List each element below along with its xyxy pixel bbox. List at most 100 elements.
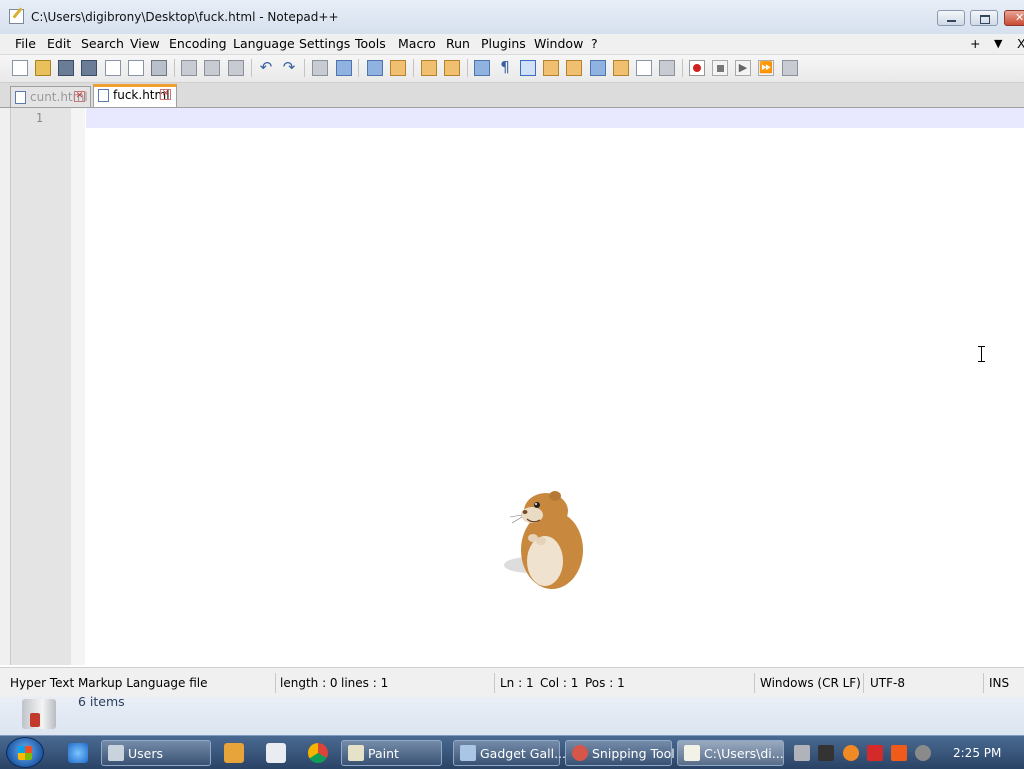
user-defined-language-icon[interactable]: [543, 60, 559, 76]
status-divider: [275, 673, 276, 693]
monitoring-icon[interactable]: [636, 60, 652, 76]
menu-encoding[interactable]: Encoding: [169, 36, 227, 51]
new-tab-plus-button[interactable]: +: [970, 36, 980, 51]
menu-edit[interactable]: Edit: [47, 36, 71, 51]
menu-help[interactable]: ?: [591, 36, 598, 51]
new-file-icon[interactable]: [12, 60, 28, 76]
redo-icon[interactable]: ↷: [281, 60, 297, 76]
save-icon[interactable]: [58, 60, 74, 76]
menu-settings[interactable]: Settings: [299, 36, 350, 51]
status-divider: [494, 673, 495, 693]
close-all-icon[interactable]: [128, 60, 144, 76]
close-window-button[interactable]: [1004, 10, 1024, 26]
word-wrap-icon[interactable]: [474, 60, 490, 76]
current-line-highlight[interactable]: [86, 108, 1024, 128]
status-insert-mode[interactable]: INS: [989, 676, 1009, 690]
record-macro-icon[interactable]: [689, 60, 705, 76]
menu-search[interactable]: Search: [81, 36, 124, 51]
tray-flag-icon[interactable]: [867, 745, 883, 761]
toolbar-separator: [682, 59, 683, 77]
zoom-in-icon[interactable]: [367, 60, 383, 76]
save-macro-icon[interactable]: [782, 60, 798, 76]
minimize-button[interactable]: [937, 10, 965, 26]
taskbar-item-gadget-gallery[interactable]: Gadget Gall...: [453, 740, 566, 766]
status-lines: lines : 1: [341, 676, 389, 690]
menu-language[interactable]: Language: [233, 36, 295, 51]
tray-orange-icon[interactable]: [891, 745, 907, 761]
gadget-icon: [460, 745, 476, 761]
toolbar-separator: [304, 59, 305, 77]
toolbar: ↶ ↷ ¶ ▶ ⏩: [0, 55, 1024, 83]
close-document-button[interactable]: X: [1017, 36, 1024, 51]
copy-icon[interactable]: [204, 60, 220, 76]
find-icon[interactable]: [312, 60, 328, 76]
toolbar-separator: [174, 59, 175, 77]
maximize-button[interactable]: [970, 10, 998, 26]
close-icon[interactable]: ✕: [74, 91, 85, 102]
paste-icon[interactable]: [228, 60, 244, 76]
play-macro-icon[interactable]: ▶: [735, 60, 751, 76]
paint-icon: [348, 745, 364, 761]
tray-app-icon[interactable]: [794, 745, 810, 761]
taskbar-item-paint[interactable]: Paint: [341, 740, 442, 766]
undo-icon[interactable]: ↶: [258, 60, 274, 76]
zoom-out-icon[interactable]: [390, 60, 406, 76]
sync-vertical-icon[interactable]: [421, 60, 437, 76]
status-encoding[interactable]: UTF-8: [870, 676, 905, 690]
folder-as-workspace-icon[interactable]: [613, 60, 629, 76]
function-list-icon[interactable]: [590, 60, 606, 76]
status-line-number: Ln : 1: [500, 676, 534, 690]
menu-view[interactable]: View: [130, 36, 160, 51]
tab-fuck-html[interactable]: fuck.html ✕: [93, 84, 177, 107]
toolbar-separator: [358, 59, 359, 77]
tab-list-dropdown-button[interactable]: ▼: [994, 37, 1002, 50]
cut-icon[interactable]: [181, 60, 197, 76]
save-all-icon[interactable]: [81, 60, 97, 76]
menu-window[interactable]: Window: [534, 36, 583, 51]
menu-file[interactable]: File: [15, 36, 36, 51]
menu-run[interactable]: Run: [446, 36, 470, 51]
tray-volume-icon[interactable]: [915, 745, 931, 761]
status-position: Pos : 1: [585, 676, 625, 690]
chrome-icon[interactable]: [308, 743, 328, 763]
media-player-icon[interactable]: [224, 743, 244, 763]
eye-icon[interactable]: [659, 60, 675, 76]
status-divider: [983, 673, 984, 693]
editor-area[interactable]: 1: [0, 108, 1024, 665]
calculator-icon[interactable]: [266, 743, 286, 763]
start-button[interactable]: [6, 737, 44, 768]
internet-explorer-icon[interactable]: [68, 743, 88, 763]
taskbar-clock[interactable]: 2:25 PM: [953, 746, 1001, 760]
stop-macro-icon[interactable]: [712, 60, 728, 76]
status-divider: [754, 673, 755, 693]
document-map-icon[interactable]: [566, 60, 582, 76]
menu-tools[interactable]: Tools: [355, 36, 386, 51]
tray-search-icon[interactable]: [843, 745, 859, 761]
indent-guide-icon[interactable]: [520, 60, 536, 76]
close-icon[interactable]: ✕: [160, 89, 171, 100]
play-macro-multiple-icon[interactable]: ⏩: [758, 60, 774, 76]
open-file-icon[interactable]: [35, 60, 51, 76]
status-eol-format[interactable]: Windows (CR LF): [760, 676, 861, 690]
show-all-characters-icon[interactable]: ¶: [497, 60, 513, 76]
title-bar[interactable]: C:\Users\digibrony\Desktop\fuck.html - N…: [0, 0, 1024, 35]
taskbar-item-notepadpp[interactable]: C:\Users\di...: [677, 740, 784, 766]
print-icon[interactable]: [151, 60, 167, 76]
fold-margin[interactable]: [71, 108, 85, 665]
close-icon[interactable]: [105, 60, 121, 76]
tab-bar: cunt.html ✕ fuck.html ✕: [0, 83, 1024, 108]
replace-icon[interactable]: [336, 60, 352, 76]
menu-bar: File Edit Search View Encoding Language …: [0, 34, 1024, 55]
taskbar-item-snipping-tool[interactable]: Snipping Tool: [565, 740, 675, 766]
tray-check-icon[interactable]: [818, 745, 834, 761]
tab-cunt-html[interactable]: cunt.html ✕: [10, 86, 91, 107]
line-number-gutter[interactable]: [11, 108, 71, 665]
sync-horizontal-icon[interactable]: [444, 60, 460, 76]
taskbar-item-users[interactable]: Users: [101, 740, 211, 766]
menu-macro[interactable]: Macro: [398, 36, 436, 51]
menu-plugins[interactable]: Plugins: [481, 36, 526, 51]
editor-left-border: [0, 108, 11, 665]
explorer-details-pane: 6 items: [0, 694, 1024, 735]
line-number: 1: [35, 111, 43, 125]
hamster-desktop-pet[interactable]: [500, 483, 595, 593]
